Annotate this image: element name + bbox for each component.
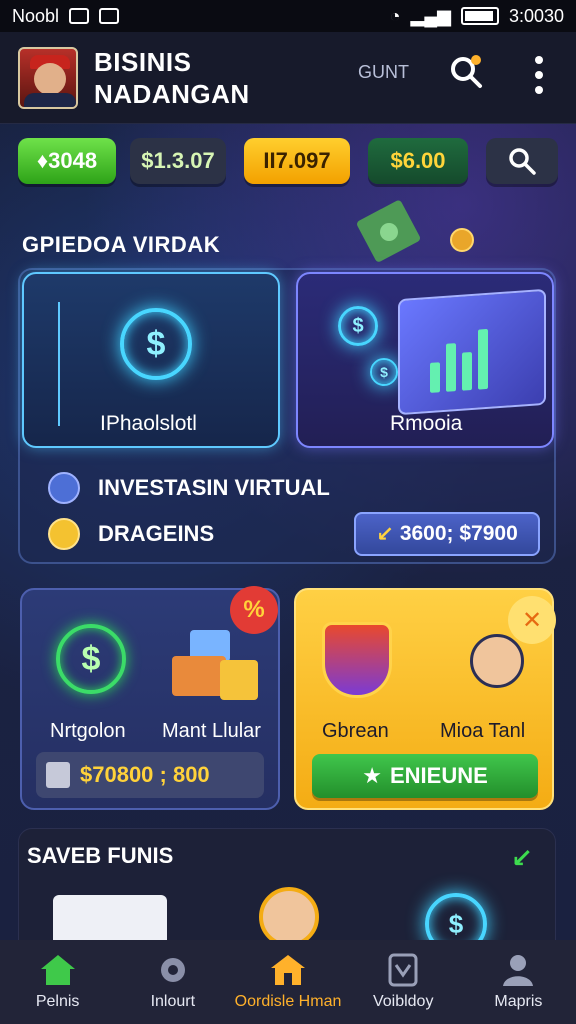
search-icon[interactable] bbox=[448, 54, 484, 90]
search-button[interactable] bbox=[486, 138, 558, 184]
card-gbrean[interactable]: ✕ Gbrean Mioa Tanl ★ ENIEUNE bbox=[294, 588, 556, 810]
shield-icon bbox=[322, 622, 392, 698]
dollar-coin-icon: $ bbox=[338, 306, 378, 346]
house-icon bbox=[271, 955, 305, 985]
card-rmooia[interactable]: $ $ Rmooia bbox=[296, 272, 554, 448]
card-phaolslotl[interactable]: $ IPhaolslotl bbox=[22, 272, 280, 448]
tab-inlourt[interactable]: Inlourt bbox=[115, 940, 230, 1024]
title-line-2: NADANGAN bbox=[94, 78, 250, 109]
person-icon bbox=[259, 887, 319, 947]
price-range-pill[interactable]: ↙ 3600; $7900 bbox=[354, 512, 540, 556]
arrow-icon: ↙ bbox=[376, 522, 394, 546]
cash-chip[interactable]: $1.3.07 bbox=[130, 138, 226, 184]
star-icon: ★ bbox=[362, 763, 382, 788]
tab-label: Voibldoy bbox=[372, 993, 434, 1010]
shield-icon bbox=[388, 953, 418, 987]
dollar-coin-icon: $ bbox=[370, 358, 398, 386]
tab-oordisle[interactable]: Oordisle Hman bbox=[230, 940, 345, 1024]
dollar-coin-icon: $ bbox=[120, 308, 192, 380]
notification-icon bbox=[69, 8, 90, 24]
user-icon bbox=[503, 955, 534, 986]
tab-label: Pelnis bbox=[35, 993, 80, 1010]
person-icon bbox=[470, 634, 524, 688]
row-label: DRAGEINS bbox=[98, 521, 215, 546]
title-line-1: BISINIS bbox=[94, 46, 192, 77]
close-icon[interactable]: ✕ bbox=[508, 596, 556, 644]
message-icon bbox=[99, 8, 120, 24]
bottom-nav: Pelnis Inlourt Oordisle Hman Voibldoy Ma… bbox=[0, 940, 576, 1024]
saved-funds-panel: SAVEB FUNIS ↙ $ bbox=[18, 828, 556, 958]
carrier-label: Noobl bbox=[12, 5, 60, 26]
continue-button[interactable]: ★ ENIEUNE bbox=[312, 754, 538, 798]
status-bar: Noobl ◔ ▂▄▆ 3:0030 bbox=[0, 0, 576, 32]
tab-mapris[interactable]: Mapris bbox=[461, 940, 576, 1024]
gold-bars-icon bbox=[172, 630, 258, 702]
tab-voibldoy[interactable]: Voibldoy bbox=[346, 940, 461, 1024]
button-label: ENIEUNE bbox=[389, 763, 488, 788]
discount-badge: % bbox=[230, 586, 278, 634]
gems-chip[interactable]: ♦3048 bbox=[18, 138, 116, 184]
currency-bar: ♦3048 $1.3.07 II7.097 $6.00 bbox=[18, 138, 558, 186]
wallet-icon bbox=[46, 762, 70, 788]
label-right: Mant Llular bbox=[162, 720, 261, 742]
more-menu-icon[interactable] bbox=[532, 56, 546, 94]
card-nrtgolon[interactable]: % $ Nrtgolon Mant Llular $70800 ; 800 bbox=[20, 586, 280, 810]
pill-value: $70800 ; 800 bbox=[80, 762, 210, 787]
tab-label: Mapris bbox=[494, 993, 543, 1010]
chart-badge-icon bbox=[48, 472, 80, 504]
label-right: Mioa Tanl bbox=[440, 720, 526, 742]
dashboard-screen-icon bbox=[398, 288, 546, 416]
app-header: BISINIS NADANGAN GUNT bbox=[0, 32, 576, 124]
dollar-chip[interactable]: $6.00 bbox=[368, 138, 468, 184]
tab-home[interactable]: Pelnis bbox=[0, 940, 115, 1024]
coin-icon bbox=[450, 228, 474, 252]
tab-label: Inlourt bbox=[150, 993, 196, 1010]
guest-label[interactable]: GUNT bbox=[358, 62, 409, 83]
clock: 3:0030 bbox=[508, 5, 564, 26]
label-left: Nrtgolon bbox=[50, 720, 126, 742]
card-label: IPhaolslotl bbox=[100, 412, 197, 435]
section-title: GPIEDOA VIRDAK bbox=[22, 232, 221, 257]
signal-icon: ▂▄▆ bbox=[410, 5, 451, 26]
wifi-icon: ◔ bbox=[389, 5, 401, 26]
avatar[interactable] bbox=[18, 46, 78, 109]
search-icon bbox=[509, 148, 536, 175]
row-label: INVESTASIN VIRTUAL bbox=[98, 475, 330, 500]
coin-icon bbox=[48, 518, 80, 550]
section-title: SAVEB FUNIS bbox=[27, 843, 174, 868]
investasi-row[interactable]: INVESTASIN VIRTUAL bbox=[48, 472, 330, 504]
dragons-row[interactable]: DRAGEINS bbox=[48, 518, 214, 550]
banknote-icon bbox=[357, 200, 420, 262]
card-label: Rmooia bbox=[390, 412, 463, 435]
vertical-scale-icon bbox=[58, 302, 60, 426]
gold-chip[interactable]: II7.097 bbox=[244, 138, 350, 184]
checkmark-icon[interactable]: ↙ bbox=[511, 843, 533, 874]
range-value: 3600; $7900 bbox=[399, 522, 518, 545]
app-title: BISINIS NADANGAN bbox=[94, 46, 250, 110]
tab-label: Oordisle Hman bbox=[234, 993, 342, 1010]
dollar-coin-icon: $ bbox=[56, 624, 126, 694]
home-icon bbox=[40, 955, 75, 985]
battery-icon bbox=[460, 7, 499, 25]
gear-icon bbox=[160, 958, 185, 982]
label-left: Gbrean bbox=[322, 720, 389, 742]
value-pill[interactable]: $70800 ; 800 bbox=[36, 752, 264, 798]
